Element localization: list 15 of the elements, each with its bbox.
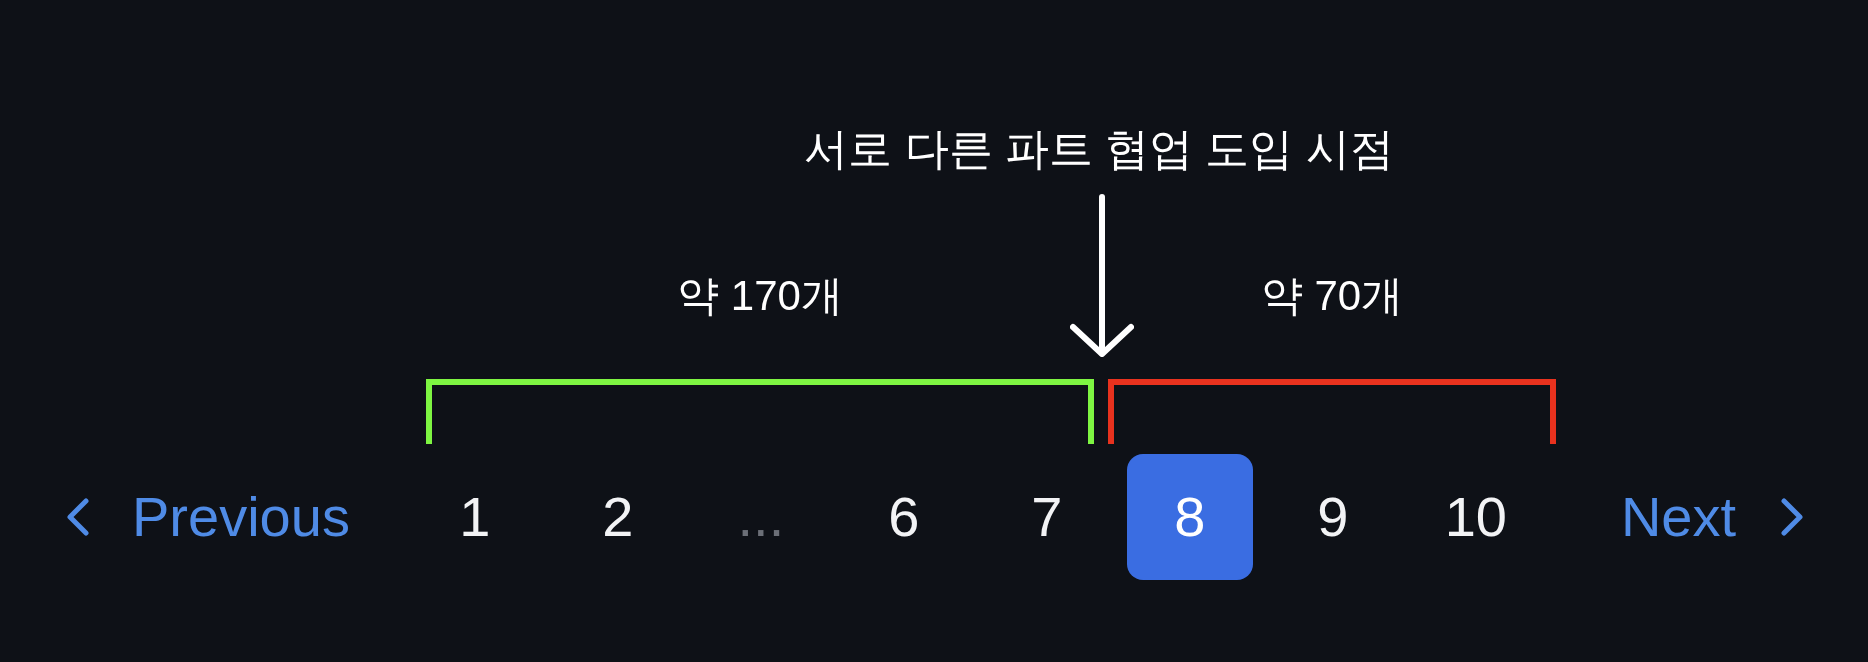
chevron-right-icon [1780, 498, 1805, 536]
page-button[interactable]: 7 [1031, 485, 1063, 549]
page-button[interactable]: 1 [459, 485, 491, 549]
page-button[interactable]: 2 [602, 485, 634, 549]
next-button[interactable]: Next [1620, 485, 1805, 549]
annotation-title: 서로 다른 파트 협업 도입 시점 [804, 123, 1394, 175]
page-ellipsis: ... [737, 485, 785, 549]
count-label: 약 70개 [1260, 271, 1404, 321]
count-label: 약 170개 [677, 271, 843, 321]
page-button[interactable]: 9 [1317, 485, 1349, 549]
page-button[interactable]: 8 [1126, 454, 1253, 580]
page-button[interactable]: 6 [888, 485, 920, 549]
previous-button[interactable]: Previous [66, 485, 350, 549]
chevron-left-icon [66, 498, 90, 536]
page-button[interactable]: 10 [1444, 485, 1507, 549]
